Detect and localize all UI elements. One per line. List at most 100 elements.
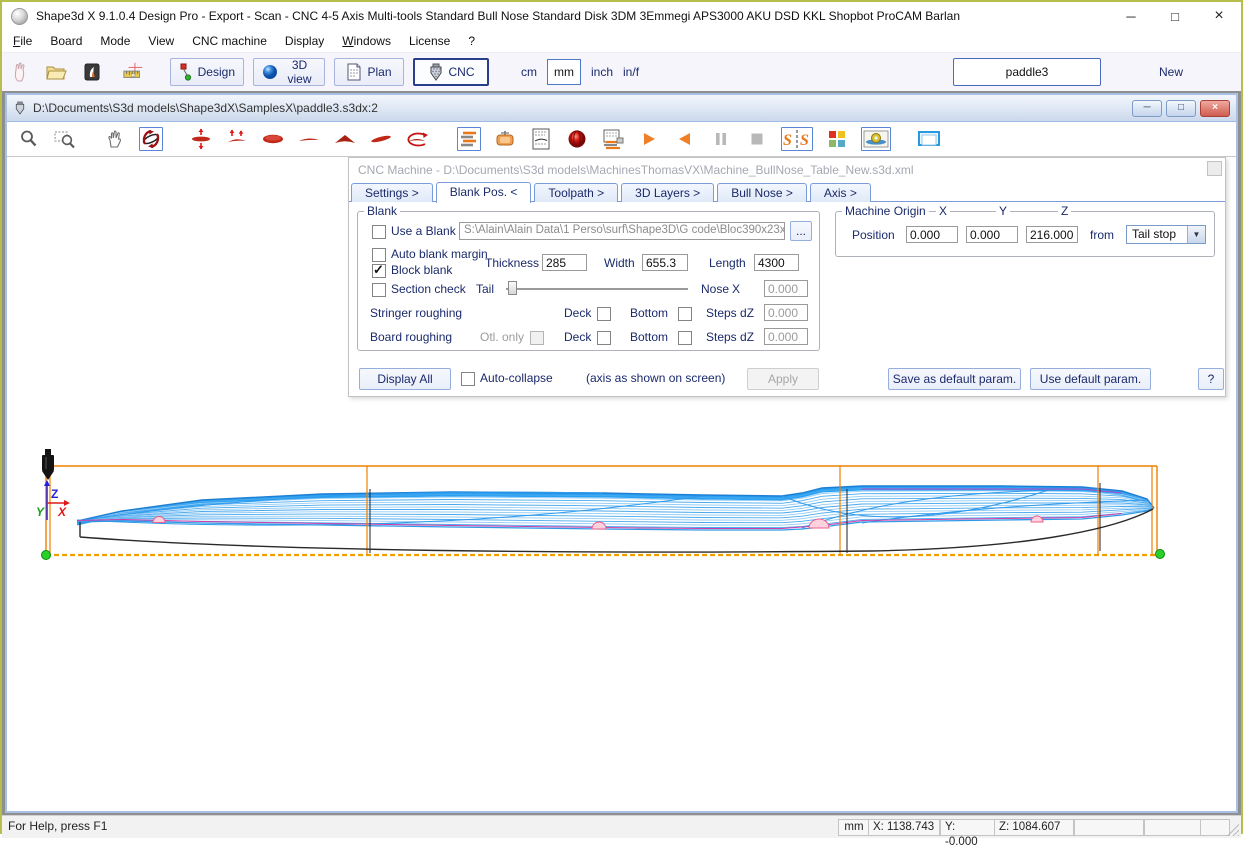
design-icon [179, 63, 193, 81]
slice-view-icon[interactable] [369, 127, 393, 151]
display-all-button[interactable]: Display All [359, 368, 451, 390]
stringer-steps-dz-input [764, 304, 808, 321]
ruler-icon[interactable] [122, 60, 146, 84]
thickness-input[interactable] [542, 254, 587, 271]
3d-view-button[interactable]: 3D view [253, 58, 325, 86]
block-blank-checkbox[interactable] [372, 264, 386, 278]
board-name-box[interactable]: paddle3 [953, 58, 1101, 86]
menu-display[interactable]: Display [276, 32, 333, 50]
menu-view[interactable]: View [139, 32, 183, 50]
cnc-label: CNC [449, 65, 475, 79]
new-board-button[interactable]: New [1101, 59, 1241, 85]
plan-label: Plan [367, 65, 391, 79]
rocker-view-icon[interactable] [297, 127, 321, 151]
axis-x-label: X [57, 505, 67, 519]
tab-3d-layers[interactable]: 3D Layers > [621, 183, 714, 202]
toolpath-view-icon[interactable] [457, 127, 481, 151]
board-bottom-checkbox[interactable] [678, 331, 692, 345]
use-default-param-button[interactable]: Use default param. [1030, 368, 1151, 390]
pan-hand-icon[interactable] [103, 127, 127, 151]
nose-origin-handle[interactable] [1156, 550, 1165, 559]
unit-mm-selected[interactable]: mm [547, 59, 581, 85]
scale-thickness-icon[interactable] [189, 127, 213, 151]
menu-license[interactable]: License [400, 32, 459, 50]
tab-settings[interactable]: Settings > [351, 183, 433, 202]
section-position-slider[interactable] [506, 280, 688, 296]
chevron-down-icon[interactable]: ▼ [1187, 226, 1205, 243]
color-layers-icon[interactable] [825, 127, 849, 151]
status-empty-pane-1 [1074, 819, 1144, 836]
glove-tool-icon[interactable] [8, 60, 32, 84]
open-folder-icon[interactable] [44, 60, 68, 84]
play-reverse-icon[interactable] [673, 127, 697, 151]
workspace: D:\Documents\S3d models\Shape3dX\Samples… [2, 91, 1241, 815]
monitor-view-icon[interactable] [917, 127, 941, 151]
plan-button[interactable]: Plan [334, 58, 404, 86]
maximize-button[interactable]: □ [1153, 2, 1197, 30]
flip-board-icon[interactable] [405, 127, 429, 151]
width-input[interactable] [642, 254, 688, 271]
doc-minimize-button[interactable]: ─ [1132, 100, 1162, 117]
close-button[interactable]: × [1197, 2, 1241, 30]
stringer-bottom-checkbox[interactable] [678, 307, 692, 321]
scale-rocker-icon[interactable] [225, 127, 249, 151]
from-dropdown[interactable]: Tail stop ▼ [1126, 225, 1206, 244]
origin-z-header: Z [1058, 205, 1071, 218]
unit-cm[interactable]: cm [517, 65, 541, 79]
menu-cnc-machine[interactable]: CNC machine [183, 32, 276, 50]
design-button[interactable]: Design [170, 58, 244, 86]
origin-x-input[interactable] [906, 226, 958, 243]
board-deck-checkbox[interactable] [597, 331, 611, 345]
mirror-toolpath-icon[interactable]: SS [781, 127, 813, 151]
slider-thumb[interactable] [508, 281, 517, 295]
machine-icon[interactable] [493, 127, 517, 151]
stringer-deck-checkbox[interactable] [597, 307, 611, 321]
unit-inf[interactable]: in/f [619, 65, 643, 79]
pause-icon[interactable] [709, 127, 733, 151]
length-input[interactable] [754, 254, 799, 271]
zoom-region-icon[interactable] [53, 127, 77, 151]
tab-blank-pos[interactable]: Blank Pos. < [436, 182, 532, 203]
toolpath-file-icon[interactable] [601, 127, 625, 151]
use-a-blank-checkbox[interactable] [372, 225, 386, 239]
menu-mode[interactable]: Mode [91, 32, 139, 50]
dialog-help-button[interactable]: ? [1198, 368, 1224, 390]
minimize-button[interactable]: ─ [1109, 2, 1153, 30]
section-check-checkbox[interactable] [372, 283, 386, 297]
gcode-file-icon[interactable] [529, 127, 553, 151]
blank-path-field[interactable]: S:\Alain\Alain Data\1 Perso\surf\Shape3D… [459, 222, 785, 240]
speed-sphere-icon[interactable] [565, 127, 589, 151]
menu-windows[interactable]: Windows [333, 32, 400, 50]
browse-blank-button[interactable]: ... [790, 221, 812, 241]
auto-collapse-checkbox[interactable] [461, 372, 475, 386]
simulation-view-icon[interactable] [861, 127, 891, 151]
stop-icon[interactable] [745, 127, 769, 151]
save-default-param-button[interactable]: Save as default param. [888, 368, 1021, 390]
menu-board[interactable]: Board [41, 32, 91, 50]
origin-y-input[interactable] [966, 226, 1018, 243]
doc-restore-button[interactable]: □ [1166, 100, 1196, 117]
play-icon[interactable] [637, 127, 661, 151]
menu-help[interactable]: ? [459, 32, 484, 50]
tab-toolpath[interactable]: Toolpath > [534, 183, 618, 202]
auto-blank-margin-checkbox[interactable] [372, 248, 386, 262]
section-view-icon[interactable] [333, 127, 357, 151]
resize-grip[interactable] [1227, 824, 1239, 836]
unit-inch[interactable]: inch [587, 65, 617, 79]
save-icon[interactable] [80, 60, 104, 84]
zoom-icon[interactable] [17, 127, 41, 151]
outline-view-icon[interactable] [261, 127, 285, 151]
tab-axis[interactable]: Axis > [810, 183, 871, 202]
dialog-collapse-button[interactable] [1207, 161, 1222, 176]
tail-origin-handle[interactable] [42, 551, 51, 560]
document-title-bar[interactable]: D:\Documents\S3d models\Shape3dX\Samples… [7, 95, 1236, 122]
menu-file[interactable]: File [4, 32, 41, 50]
tab-bull-nose[interactable]: Bull Nose > [717, 183, 807, 202]
rotate-3d-icon[interactable] [139, 127, 163, 151]
dialog-title: CNC Machine - D:\Documents\S3d models\Ma… [358, 163, 914, 177]
section-check-label: Section check [391, 282, 466, 296]
origin-z-input[interactable] [1026, 226, 1078, 243]
doc-close-button[interactable]: × [1200, 100, 1230, 117]
design-canvas[interactable]: Z X Y CNC Machine - D:\Documents\S3d mod… [7, 157, 1236, 811]
cnc-button[interactable]: CNC [413, 58, 489, 86]
